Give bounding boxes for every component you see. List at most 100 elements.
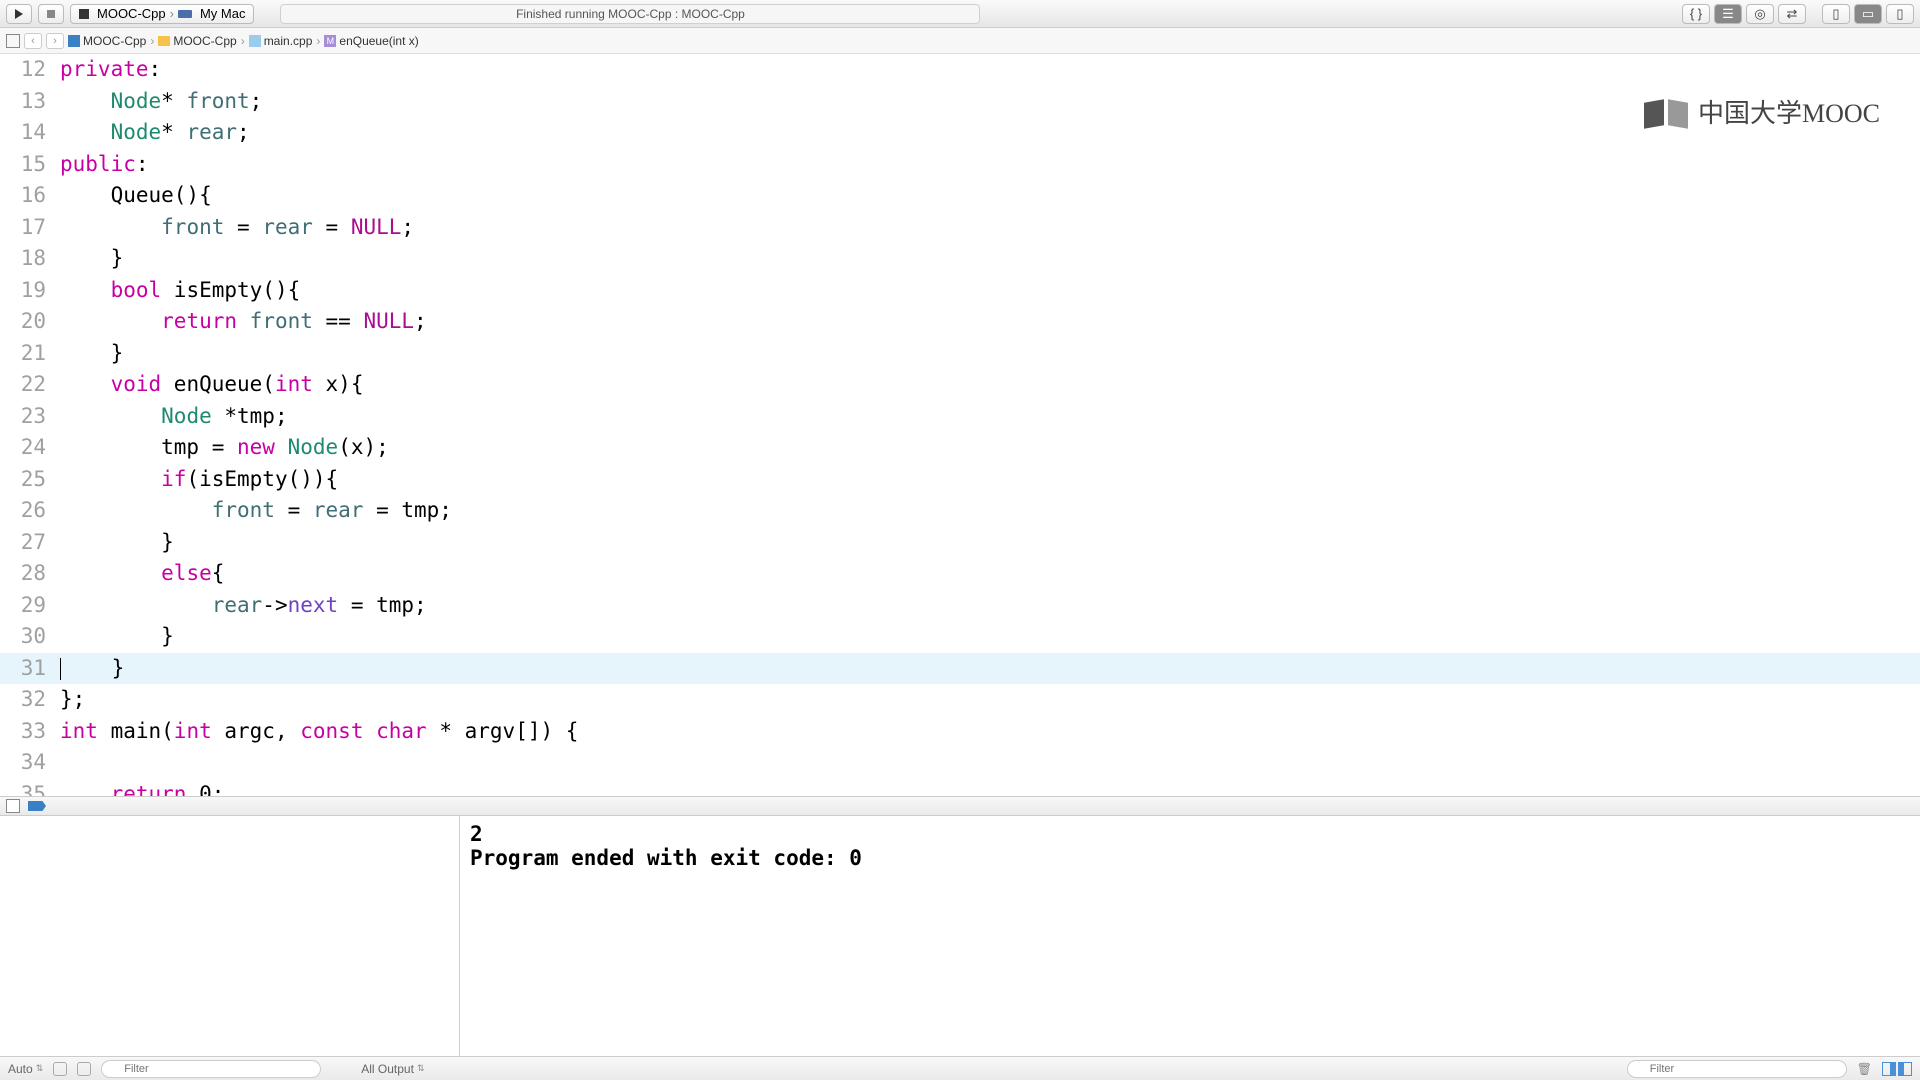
code-line[interactable]: 18 } [0, 243, 1920, 275]
chevron-right-icon: › [170, 6, 174, 21]
toolbar-right-group: { } ☰ ◎ ⇄ ▯ ▭ ▯ [1682, 4, 1914, 24]
jump-bar: ‹ › MOOC-Cpp › MOOC-Cpp › main.cpp › Men… [0, 28, 1920, 54]
debug-bar [0, 796, 1920, 816]
version-editor-button[interactable]: ⇄ [1778, 4, 1806, 24]
line-number: 21 [0, 338, 60, 370]
line-content: front = rear = tmp; [60, 495, 1920, 527]
mac-icon [178, 10, 192, 18]
output-mode-dropdown[interactable]: All Output⇅ [361, 1062, 424, 1076]
code-line[interactable]: 23 Node *tmp; [0, 401, 1920, 433]
activity-status: Finished running MOOC-Cpp : MOOC-Cpp [280, 4, 980, 24]
method-icon: M [324, 35, 336, 47]
line-content: void enQueue(int x){ [60, 369, 1920, 401]
code-line[interactable]: 19 bool isEmpty(){ [0, 275, 1920, 307]
toggle-variables-pane-button[interactable] [1882, 1062, 1896, 1076]
line-content: } [60, 243, 1920, 275]
code-line[interactable]: 22 void enQueue(int x){ [0, 369, 1920, 401]
line-content: else{ [60, 558, 1920, 590]
code-line[interactable]: 27 } [0, 527, 1920, 559]
code-line[interactable]: 25 if(isEmpty()){ [0, 464, 1920, 496]
scheme-icon [79, 9, 89, 19]
code-line[interactable]: 35 return 0; [0, 779, 1920, 797]
play-icon [15, 9, 23, 19]
line-number: 17 [0, 212, 60, 244]
breadcrumb-separator: › [241, 34, 245, 48]
clear-console-button[interactable]: 🗑 [1857, 1062, 1872, 1076]
line-number: 14 [0, 117, 60, 149]
breadcrumb-project[interactable]: MOOC-Cpp [68, 34, 146, 48]
stop-button[interactable] [38, 4, 64, 24]
variables-pane[interactable] [0, 816, 460, 1056]
line-content: } [60, 527, 1920, 559]
forward-button[interactable]: › [46, 33, 64, 49]
line-content: rear->next = tmp; [60, 590, 1920, 622]
line-number: 18 [0, 243, 60, 275]
breadcrumb-file[interactable]: main.cpp [249, 34, 313, 48]
console-filter-wrap [1627, 1060, 1847, 1078]
variables-filter-input[interactable] [101, 1060, 321, 1078]
code-line[interactable]: 32}; [0, 684, 1920, 716]
code-line[interactable]: 13 Node* front; [0, 86, 1920, 118]
code-line[interactable]: 15public: [0, 149, 1920, 181]
assistant-editor-button[interactable]: ◎ [1746, 4, 1774, 24]
line-number: 22 [0, 369, 60, 401]
breadcrumb-symbol[interactable]: MenQueue(int x) [324, 34, 418, 48]
toggle-console-pane-button[interactable] [1898, 1062, 1912, 1076]
line-number: 12 [0, 54, 60, 86]
variables-scope-label: Auto [8, 1062, 33, 1076]
toggle-inspector-button[interactable]: ▯ [1886, 4, 1914, 24]
code-editor[interactable]: 中国大学MOOC 12private:13 Node* front;14 Nod… [0, 54, 1920, 796]
line-number: 24 [0, 432, 60, 464]
breakpoint-indicator-icon[interactable] [28, 801, 46, 811]
code-line[interactable]: 17 front = rear = NULL; [0, 212, 1920, 244]
folder-icon [158, 36, 170, 46]
line-number: 35 [0, 779, 60, 797]
code-line[interactable]: 26 front = rear = tmp; [0, 495, 1920, 527]
back-button[interactable]: ‹ [24, 33, 42, 49]
breadcrumb-folder[interactable]: MOOC-Cpp [158, 34, 236, 48]
line-content: } [60, 621, 1920, 653]
toggle-console-icon[interactable] [6, 799, 20, 813]
code-line[interactable]: 12private: [0, 54, 1920, 86]
code-line[interactable]: 24 tmp = new Node(x); [0, 432, 1920, 464]
line-content: Queue(){ [60, 180, 1920, 212]
toggle-debug-area-button[interactable]: ▭ [1854, 4, 1882, 24]
code-line[interactable]: 34 [0, 747, 1920, 779]
toggle-navigator-button[interactable]: ▯ [1822, 4, 1850, 24]
code-line[interactable]: 21 } [0, 338, 1920, 370]
breadcrumb-symbol-label: enQueue(int x) [339, 34, 418, 48]
code-line[interactable]: 31 } [0, 653, 1920, 685]
line-number: 16 [0, 180, 60, 212]
status-text: Finished running MOOC-Cpp : MOOC-Cpp [516, 7, 745, 21]
breadcrumb-project-label: MOOC-Cpp [83, 34, 146, 48]
console-output[interactable]: 2 Program ended with exit code: 0 [460, 816, 1920, 1056]
code-line[interactable]: 14 Node* rear; [0, 117, 1920, 149]
related-items-icon[interactable] [6, 34, 20, 48]
standard-editor-button[interactable]: ☰ [1714, 4, 1742, 24]
print-description-icon[interactable] [77, 1062, 91, 1076]
destination-name: My Mac [200, 6, 246, 21]
quicklook-icon[interactable] [53, 1062, 67, 1076]
code-line[interactable]: 30 } [0, 621, 1920, 653]
breadcrumb-folder-label: MOOC-Cpp [173, 34, 236, 48]
code-snippets-button[interactable]: { } [1682, 4, 1710, 24]
code-line[interactable]: 20 return front == NULL; [0, 306, 1920, 338]
code-line[interactable]: 29 rear->next = tmp; [0, 590, 1920, 622]
line-content: } [60, 338, 1920, 370]
variables-scope-dropdown[interactable]: Auto⇅ [8, 1062, 43, 1076]
code-line[interactable]: 33int main(int argc, const char * argv[]… [0, 716, 1920, 748]
line-content [60, 747, 1920, 779]
bottom-bar: Auto⇅ All Output⇅ 🗑 [0, 1056, 1920, 1080]
line-content: tmp = new Node(x); [60, 432, 1920, 464]
code-line[interactable]: 28 else{ [0, 558, 1920, 590]
line-number: 23 [0, 401, 60, 433]
console-filter-input[interactable] [1627, 1060, 1847, 1078]
line-number: 34 [0, 747, 60, 779]
line-number: 29 [0, 590, 60, 622]
code-line[interactable]: 16 Queue(){ [0, 180, 1920, 212]
breadcrumb-separator: › [316, 34, 320, 48]
scheme-selector[interactable]: MOOC-Cpp › My Mac [70, 4, 254, 24]
run-button[interactable] [6, 4, 32, 24]
line-content: if(isEmpty()){ [60, 464, 1920, 496]
output-mode-label: All Output [361, 1062, 414, 1076]
